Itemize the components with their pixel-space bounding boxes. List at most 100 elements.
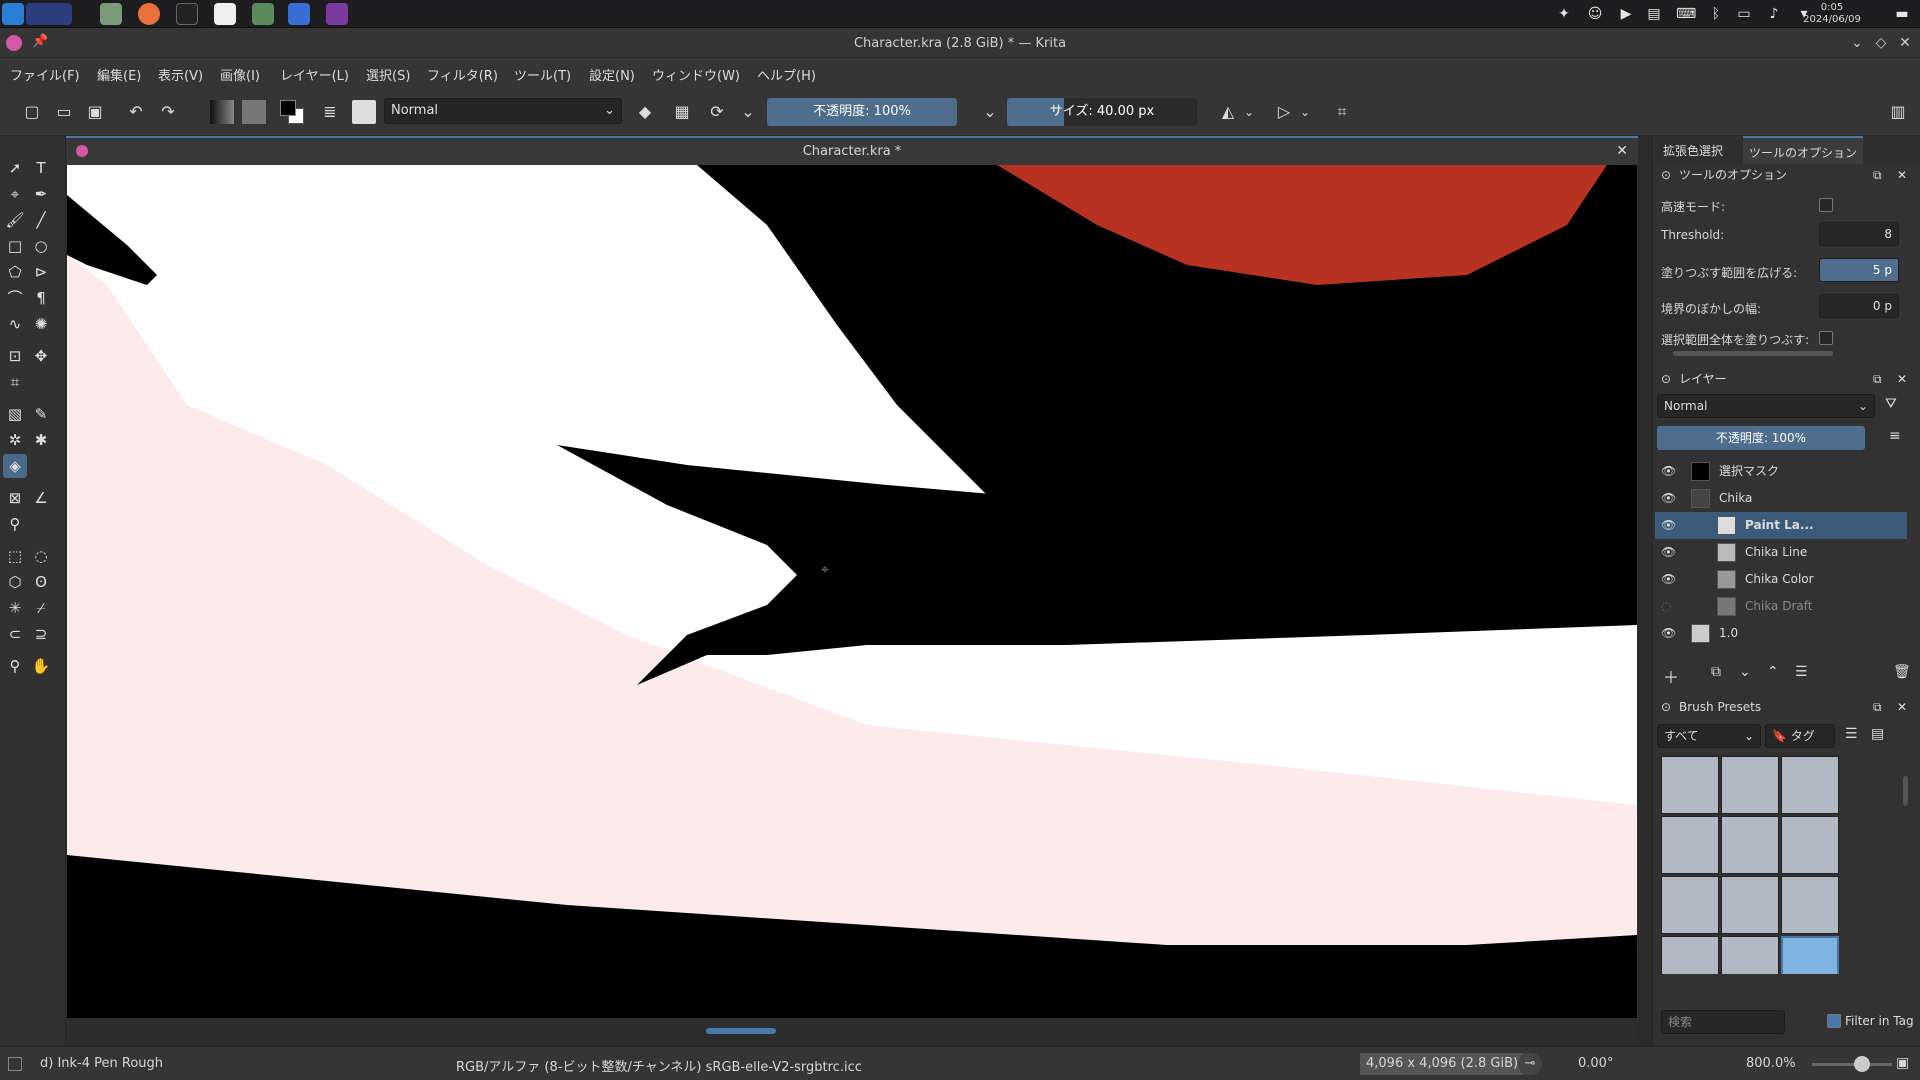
- brush-view-menu-icon[interactable]: ☰: [1845, 726, 1858, 742]
- float-icon[interactable]: ⧉: [1873, 164, 1882, 186]
- fast-mode-checkbox[interactable]: [1819, 198, 1833, 212]
- layer-row[interactable]: 👁 Paint La...: [1655, 512, 1907, 539]
- brush-filter-select[interactable]: すべて ⌄: [1657, 724, 1761, 748]
- canvas[interactable]: ⌖: [67, 165, 1637, 1018]
- bezier-select-icon[interactable]: ⊂: [3, 622, 27, 646]
- move-up-icon[interactable]: ⌃: [1767, 664, 1779, 680]
- layer-row[interactable]: 👁 Chika Line: [1655, 539, 1907, 566]
- menu-view[interactable]: 表示(V): [158, 65, 203, 84]
- menu-image[interactable]: 画像(I): [220, 65, 260, 84]
- line-tool-icon[interactable]: ╱: [29, 208, 53, 232]
- pan-tool-icon[interactable]: ✋: [29, 654, 53, 678]
- undo-icon[interactable]: ↶: [124, 100, 148, 124]
- volume-icon[interactable]: ♪: [1765, 5, 1783, 23]
- wrap-around-icon[interactable]: ⌗: [1330, 100, 1354, 124]
- smart-patch-icon[interactable]: ✲: [3, 428, 27, 452]
- add-layer-icon[interactable]: ＋: [1663, 664, 1679, 688]
- visibility-icon[interactable]: 👁: [1661, 485, 1676, 512]
- pager-icon[interactable]: [26, 3, 72, 25]
- brush-preset[interactable]: [1661, 876, 1719, 934]
- status-menu-icon[interactable]: ▣: [1896, 1055, 1909, 1071]
- panel-lock-icon[interactable]: ⊙: [1661, 696, 1671, 718]
- brush-preset[interactable]: [1781, 876, 1839, 934]
- rotation-icon[interactable]: ⊸: [1518, 1053, 1542, 1075]
- layer-row[interactable]: 👁 1.0: [1655, 620, 1907, 647]
- window-titlebar[interactable]: 📌 Character.kra (2.8 GiB) * — Krita ⌄ ◇ …: [0, 28, 1920, 58]
- brush-preset[interactable]: [1661, 816, 1719, 874]
- file-manager-icon[interactable]: [100, 3, 122, 25]
- float-icon[interactable]: ⧉: [1873, 696, 1882, 718]
- dynamic-brush-icon[interactable]: ∿: [3, 312, 27, 336]
- app-icon[interactable]: [326, 3, 348, 25]
- panel-lock-icon[interactable]: ⊙: [1661, 368, 1671, 390]
- menu-filter[interactable]: フィルタ(R): [427, 65, 498, 84]
- brush-preset[interactable]: [1781, 756, 1839, 814]
- menu-file[interactable]: ファイル(F): [10, 65, 80, 84]
- menu-edit[interactable]: 編集(E): [97, 65, 141, 84]
- polygon-select-icon[interactable]: ⬡: [3, 570, 27, 594]
- mirror-horizontal-icon[interactable]: ◭: [1216, 100, 1240, 124]
- filter-icon[interactable]: ⛛: [1885, 396, 1897, 412]
- brush-preset[interactable]: [1721, 936, 1779, 974]
- clipboard-icon[interactable]: ▤: [1645, 5, 1663, 23]
- keyboard-icon[interactable]: ⌨: [1676, 5, 1696, 23]
- fg-bg-color-icon[interactable]: [278, 98, 306, 126]
- discord-icon[interactable]: ☺: [1586, 5, 1604, 23]
- tag-select[interactable]: 🔖 タグ: [1765, 724, 1835, 748]
- dock-layout-icon[interactable]: ▥: [1886, 100, 1910, 124]
- chevron-down-icon[interactable]: ⌄: [978, 100, 1002, 124]
- document-tab[interactable]: Character.kra * ✕: [66, 136, 1638, 165]
- reference-tool-icon[interactable]: ⚲: [3, 512, 27, 536]
- color-picker-icon[interactable]: ✎: [29, 402, 53, 426]
- tab-tool-options[interactable]: ツールのオプション: [1743, 136, 1864, 164]
- polyline-tool-icon[interactable]: ⊳: [29, 260, 53, 284]
- close-panel-icon[interactable]: ✕: [1897, 368, 1907, 390]
- minimize-icon[interactable]: ⌄: [1848, 34, 1866, 52]
- layer-row[interactable]: 👁 Chika: [1655, 485, 1907, 512]
- duplicate-layer-icon[interactable]: ⧉: [1711, 664, 1721, 680]
- maximize-icon[interactable]: ◇: [1872, 34, 1890, 52]
- redo-icon[interactable]: ↷: [156, 100, 180, 124]
- bezier-tool-icon[interactable]: ⌒: [3, 286, 27, 310]
- gradient-tool-icon[interactable]: ▧: [3, 402, 27, 426]
- layer-blend-select[interactable]: Normal ⌄: [1657, 394, 1875, 418]
- display-icon[interactable]: ▭: [1735, 5, 1753, 23]
- brush-preset-selected[interactable]: [1781, 936, 1839, 974]
- chevron-down-icon[interactable]: ⌄: [1298, 100, 1312, 124]
- brush-preset[interactable]: [1721, 756, 1779, 814]
- close-window-icon[interactable]: ✕: [1896, 34, 1914, 52]
- fill-selection-checkbox[interactable]: [1819, 331, 1833, 345]
- multibrush-icon[interactable]: ✺: [29, 312, 53, 336]
- crop-tool-icon[interactable]: ⌗: [3, 370, 27, 394]
- pattern-icon[interactable]: [242, 100, 266, 124]
- tool-options-scrollbar[interactable]: [1673, 351, 1833, 356]
- show-desktop-icon[interactable]: ▬: [1893, 5, 1911, 23]
- freehand-brush-icon[interactable]: 🖌: [3, 208, 27, 232]
- open-document-icon[interactable]: ▭: [52, 100, 76, 124]
- new-document-icon[interactable]: ▢: [20, 100, 44, 124]
- panel-lock-icon[interactable]: ⊙: [1661, 164, 1671, 186]
- close-document-icon[interactable]: ✕: [1616, 143, 1628, 159]
- menu-select[interactable]: 選択(S): [366, 65, 410, 84]
- ellipse-select-icon[interactable]: ◌: [29, 544, 53, 568]
- menu-window[interactable]: ウィンドウ(W): [652, 65, 740, 84]
- visibility-icon[interactable]: 👁: [1661, 512, 1676, 539]
- rectangle-tool-icon[interactable]: □: [3, 234, 27, 258]
- layer-properties-icon[interactable]: ☰: [1795, 664, 1808, 680]
- menu-help[interactable]: ヘルプ(H): [757, 65, 816, 84]
- polygon-tool-icon[interactable]: ⬠: [3, 260, 27, 284]
- zoom-slider-handle[interactable]: [1854, 1056, 1870, 1072]
- clock[interactable]: 0:05 2024/06/09: [1802, 2, 1862, 26]
- threshold-input[interactable]: 8: [1819, 222, 1899, 246]
- alpha-lock-icon[interactable]: ▦: [670, 100, 694, 124]
- brush-preset[interactable]: [1721, 816, 1779, 874]
- pattern-edit-icon[interactable]: ✱: [29, 428, 53, 452]
- settings-app-icon[interactable]: [252, 3, 274, 25]
- feather-input[interactable]: 0 p: [1819, 294, 1899, 318]
- transform-tool-icon[interactable]: ⊡: [3, 344, 27, 368]
- visibility-icon[interactable]: 👁: [1661, 566, 1676, 593]
- select-shapes-icon[interactable]: ➚: [3, 156, 27, 180]
- menu-layer[interactable]: レイヤー(L): [280, 65, 349, 84]
- document-icon[interactable]: [214, 3, 236, 25]
- close-panel-icon[interactable]: ✕: [1897, 696, 1907, 718]
